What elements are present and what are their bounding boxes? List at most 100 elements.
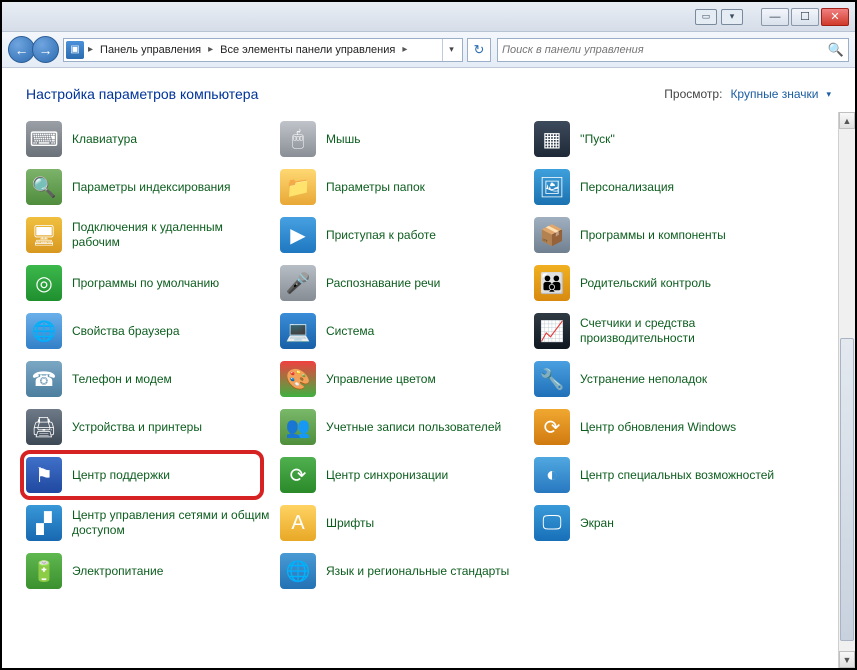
item-icon: 🖥 xyxy=(26,217,62,253)
breadcrumb[interactable]: ▣ ▸ Панель управления ▸ Все элементы пан… xyxy=(63,38,463,62)
item-label: Центр обновления Windows xyxy=(580,420,736,435)
control-panel-item[interactable]: ▞Центр управления сетями и общим доступо… xyxy=(24,500,274,546)
scroll-track[interactable] xyxy=(839,129,855,651)
control-panel-item[interactable]: 🌐Язык и региональные стандарты xyxy=(278,548,528,594)
breadcrumb-separator[interactable]: ▸ xyxy=(400,44,409,55)
item-label: Параметры индексирования xyxy=(72,180,230,195)
view-value[interactable]: Крупные значки xyxy=(730,87,818,101)
window-close-button[interactable]: ✕ xyxy=(821,8,849,26)
view-label: Просмотр: xyxy=(664,87,722,101)
control-panel-item[interactable]: ▦''Пуск'' xyxy=(532,116,782,162)
item-label: Родительский контроль xyxy=(580,276,711,291)
control-panel-item[interactable]: ◐ Центр специальных возможностей xyxy=(532,452,782,498)
item-label: Персонализация xyxy=(580,180,674,195)
control-panel-item[interactable]: 📁 Параметры папок xyxy=(278,164,528,210)
refresh-button[interactable]: ↻ xyxy=(467,38,491,62)
control-panel-item[interactable]: ◎ Программы по умолчанию xyxy=(24,260,274,306)
item-label: Счетчики и средства производительности xyxy=(580,316,780,346)
item-label: Экран xyxy=(580,516,614,531)
item-icon: ▶ xyxy=(280,217,316,253)
item-icon: A xyxy=(280,505,316,541)
item-icon: ☎ xyxy=(26,361,62,397)
item-icon: 📦 xyxy=(534,217,570,253)
item-label: Телефон и модем xyxy=(72,372,172,387)
item-icon: ◐ xyxy=(534,457,570,493)
control-panel-item[interactable]: 🖼 Персонализация xyxy=(532,164,782,210)
control-panel-item[interactable]: 🖨 Устройства и принтеры xyxy=(24,404,274,450)
item-icon: 🖨 xyxy=(26,409,62,445)
control-panel-item[interactable]: 🖱Мышь xyxy=(278,116,528,162)
nav-back-button[interactable]: ← xyxy=(8,36,35,63)
titlebar-extra-button[interactable]: ▭ xyxy=(695,9,717,25)
item-label: Центр специальных возможностей xyxy=(580,468,774,483)
control-panel-item[interactable]: ⟳ Центр обновления Windows xyxy=(532,404,782,450)
control-panel-item[interactable]: ⌨Клавиатура xyxy=(24,116,274,162)
control-panel-item[interactable]: 📦 Программы и компоненты xyxy=(532,212,782,258)
nav-forward-button[interactable]: → xyxy=(32,36,59,63)
item-icon: ⚑ xyxy=(26,457,62,493)
item-label: Программы по умолчанию xyxy=(72,276,219,291)
item-label: ''Пуск'' xyxy=(580,132,615,147)
control-panel-item[interactable]: AШрифты xyxy=(278,500,528,546)
control-panel-item[interactable]: 🔋Электропитание xyxy=(24,548,274,594)
item-icon: 👪 xyxy=(534,265,570,301)
window-minimize-button[interactable]: — xyxy=(761,8,789,26)
breadcrumb-control-panel[interactable]: Панель управления xyxy=(97,42,204,58)
item-icon: 🔍 xyxy=(26,169,62,205)
control-panel-item[interactable]: ▶Приступая к работе xyxy=(278,212,528,258)
item-icon: 🖼 xyxy=(534,169,570,205)
vertical-scrollbar[interactable]: ▲ ▼ xyxy=(838,112,855,668)
control-panel-item[interactable]: 🌐Свойства браузера xyxy=(24,308,274,354)
item-label: Мышь xyxy=(326,132,361,147)
item-label: Центр управления сетями и общим доступом xyxy=(72,508,272,538)
item-label: Устранение неполадок xyxy=(580,372,707,387)
control-panel-item[interactable]: ☎ Телефон и модем xyxy=(24,356,274,402)
page-title: Настройка параметров компьютера xyxy=(26,86,258,102)
navbar: ← → ▣ ▸ Панель управления ▸ Все элементы… xyxy=(2,32,855,68)
item-icon: 📁 xyxy=(280,169,316,205)
item-label: Центр синхронизации xyxy=(326,468,448,483)
item-icon: 💻 xyxy=(280,313,316,349)
window-maximize-button[interactable]: ☐ xyxy=(791,8,819,26)
chevron-down-icon[interactable]: ▾ xyxy=(826,89,831,100)
control-panel-item[interactable]: 💻 Система xyxy=(278,308,528,354)
item-label: Учетные записи пользователей xyxy=(326,420,501,435)
control-panel-item[interactable]: 🎨Управление цветом xyxy=(278,356,528,402)
breadcrumb-history-dropdown[interactable]: ▾ xyxy=(442,39,460,61)
scroll-down-button[interactable]: ▼ xyxy=(839,651,855,668)
control-panel-item[interactable]: 🖥Подключения к удаленным рабочим xyxy=(24,212,274,258)
control-panel-item[interactable]: 🎤 Распознавание речи xyxy=(278,260,528,306)
item-icon: 🎤 xyxy=(280,265,316,301)
scroll-thumb[interactable] xyxy=(840,338,854,641)
search-icon[interactable]: 🔍 xyxy=(828,42,844,58)
item-icon: ◎ xyxy=(26,265,62,301)
item-label: Программы и компоненты xyxy=(580,228,726,243)
control-panel-item[interactable]: 🖵Экран xyxy=(532,500,782,546)
breadcrumb-separator[interactable]: ▸ xyxy=(86,44,95,55)
scroll-up-button[interactable]: ▲ xyxy=(839,112,855,129)
item-label: Устройства и принтеры xyxy=(72,420,202,435)
titlebar-dropdown[interactable]: ▾ xyxy=(721,9,743,25)
control-panel-item[interactable]: 🔧Устранение неполадок xyxy=(532,356,782,402)
item-label: Система xyxy=(326,324,374,339)
control-panel-item[interactable]: 👥 Учетные записи пользователей xyxy=(278,404,528,450)
item-label: Электропитание xyxy=(72,564,163,579)
breadcrumb-all-items[interactable]: Все элементы панели управления xyxy=(217,42,398,58)
control-panel-item[interactable]: 🔍 Параметры индексирования xyxy=(24,164,274,210)
search-box[interactable]: 🔍 xyxy=(497,38,849,62)
item-label: Параметры папок xyxy=(326,180,425,195)
control-panel-item[interactable]: 📈Счетчики и средства производительности xyxy=(532,308,782,354)
item-icon: ⌨ xyxy=(26,121,62,157)
item-label: Распознавание речи xyxy=(326,276,440,291)
item-icon: 👥 xyxy=(280,409,316,445)
breadcrumb-separator[interactable]: ▸ xyxy=(206,44,215,55)
item-icon: ⟳ xyxy=(534,409,570,445)
item-label: Управление цветом xyxy=(326,372,436,387)
view-selector[interactable]: Просмотр: Крупные значки ▾ xyxy=(664,87,831,101)
search-input[interactable] xyxy=(502,44,828,56)
control-panel-item[interactable]: ⟳ Центр синхронизации xyxy=(278,452,528,498)
control-panel-item[interactable]: 👪 Родительский контроль xyxy=(532,260,782,306)
item-icon: ⟳ xyxy=(280,457,316,493)
control-panel-item[interactable]: ⚑Центр поддержки xyxy=(24,452,274,498)
item-label: Язык и региональные стандарты xyxy=(326,564,509,579)
